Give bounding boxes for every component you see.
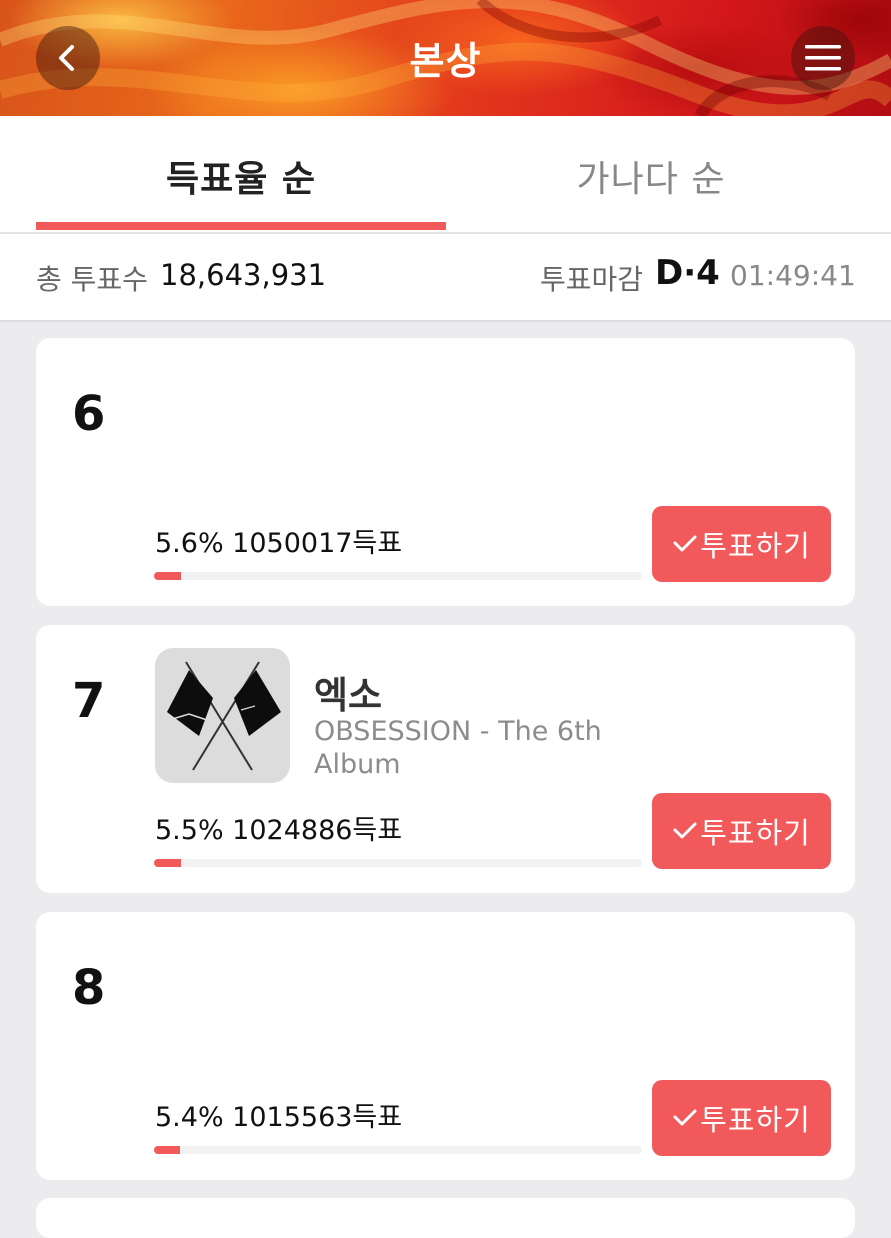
total-votes-label: 총 투표수: [36, 263, 148, 296]
tab-vote-rate[interactable]: 득표율 순: [36, 150, 446, 202]
vote-summary: 총 투표수 18,643,931 투표마감 D·4 01:49:41: [0, 234, 891, 322]
album-art[interactable]: [155, 648, 290, 783]
sort-tabs: 득표율 순 가나다 순: [0, 116, 891, 234]
crossed-flags-icon: [167, 661, 281, 771]
menu-button[interactable]: [791, 26, 855, 90]
vote-button-label: 투표하기: [700, 816, 811, 850]
deadline-label: 투표마감: [540, 263, 644, 296]
vote-progress-bar: [154, 859, 642, 867]
check-icon: [673, 1109, 697, 1126]
vote-progress-bar: [154, 1146, 642, 1154]
vote-button-label: 투표하기: [700, 1103, 811, 1137]
rank-number: 8: [72, 960, 106, 1016]
vote-stats: 5.6% 1050017득표: [155, 528, 403, 559]
rank-number: 7: [72, 673, 106, 729]
vote-button[interactable]: 투표하기: [652, 506, 831, 582]
vote-button[interactable]: 투표하기: [652, 793, 831, 869]
nominee-card: [36, 1198, 855, 1238]
tab-alphabetical[interactable]: 가나다 순: [446, 150, 856, 202]
vote-progress-fill: [154, 1146, 181, 1154]
check-icon: [673, 822, 697, 839]
hamburger-menu-icon: [805, 45, 841, 71]
d-day-badge: D·4: [655, 253, 720, 293]
page-title: 본상: [409, 39, 482, 83]
album-title: OBSESSION - The 6th Album: [314, 716, 602, 780]
vote-button-label: 투표하기: [700, 529, 811, 563]
header-bar: 본상: [0, 0, 891, 116]
vote-button[interactable]: 투표하기: [652, 1080, 831, 1156]
vote-progress-bar: [154, 572, 642, 580]
total-votes-value: 18,643,931: [160, 258, 327, 292]
nominee-card: 6 5.6% 1050017득표 투표하기: [36, 338, 855, 606]
rank-number: 6: [72, 386, 106, 442]
nominee-card: 7 엑소 OBSESSION - The 6th Album 5.5% 1024…: [36, 625, 855, 893]
vote-stats: 5.4% 1015563득표: [155, 1102, 403, 1133]
nominee-card: 8 5.4% 1015563득표 투표하기: [36, 912, 855, 1180]
countdown-timer: 01:49:41: [730, 259, 856, 292]
vote-progress-fill: [154, 572, 182, 580]
active-tab-indicator: [36, 222, 446, 230]
artist-name: 엑소: [314, 674, 383, 717]
vote-stats: 5.5% 1024886득표: [155, 815, 403, 846]
check-icon: [673, 535, 697, 552]
vote-progress-fill: [154, 859, 181, 867]
